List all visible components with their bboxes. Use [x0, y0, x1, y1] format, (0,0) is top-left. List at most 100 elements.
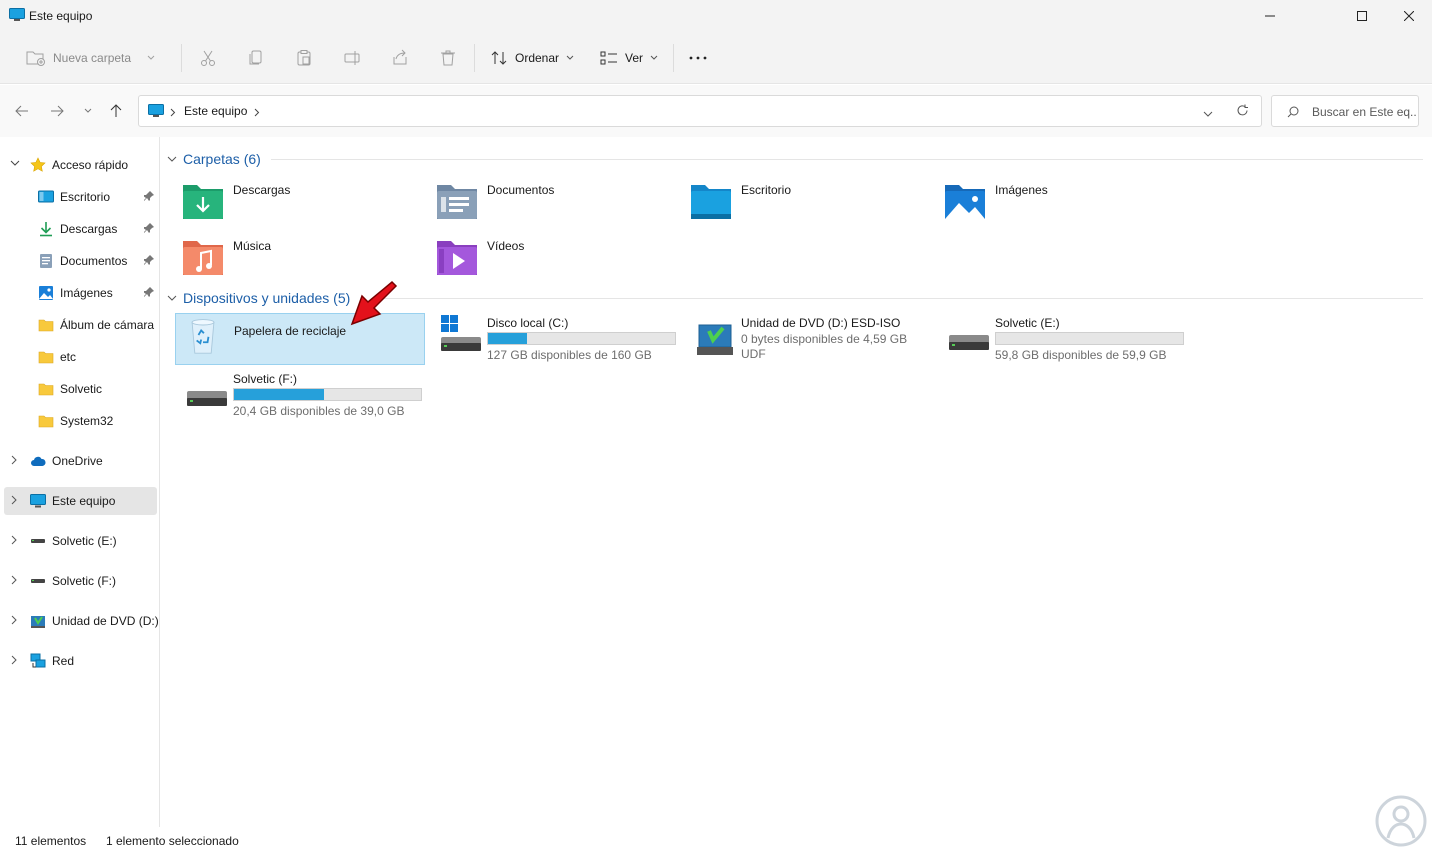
forward-button[interactable] [48, 102, 66, 120]
breadcrumb-this-pc[interactable]: Este equipo [184, 104, 247, 118]
chevron-down-icon [566, 55, 574, 60]
group-header-folders[interactable]: Carpetas (6) [167, 149, 261, 169]
sidebar-item-downloads[interactable]: Descargas [4, 215, 157, 243]
sidebar-item-label: Descargas [60, 222, 118, 236]
pin-icon[interactable] [144, 223, 154, 233]
cut-button[interactable] [199, 46, 217, 70]
group-header-devices[interactable]: Dispositivos y unidades (5) [167, 288, 350, 308]
chevron-right-icon[interactable] [10, 495, 18, 505]
new-folder-label: Nueva carpeta [53, 51, 132, 65]
chevron-right-icon[interactable] [10, 535, 18, 545]
sidebar-item-this-pc[interactable]: Este equipo [4, 487, 157, 515]
sort-button[interactable]: Ordenar [491, 46, 574, 70]
drive-f[interactable]: Solvetic (F:) 20,4 GB disponibles de 39,… [175, 371, 427, 423]
sidebar-item-quick-access[interactable]: Acceso rápido [4, 151, 157, 179]
minimize-button[interactable] [1247, 0, 1293, 32]
sidebar-item-drive-e[interactable]: Solvetic (E:) [4, 527, 157, 555]
group-title: Dispositivos y unidades (5) [183, 290, 351, 306]
pictures-folder-icon [945, 185, 985, 219]
sidebar-item-onedrive[interactable]: OneDrive [4, 447, 157, 475]
folder-desktop[interactable]: Escritorio [683, 175, 933, 227]
drive-c[interactable]: Disco local (C:) 127 GB disponibles de 1… [429, 315, 681, 367]
folder-name: Documentos [487, 183, 555, 197]
pin-icon[interactable] [144, 255, 154, 265]
arrow-right-icon [51, 105, 64, 117]
folder-music[interactable]: Música [175, 231, 425, 283]
maximize-button[interactable] [1339, 0, 1385, 32]
sidebar-item-desktop[interactable]: Escritorio [4, 183, 157, 211]
folder-downloads[interactable]: Descargas [175, 175, 425, 227]
sidebar-item-label: Álbum de cámara [60, 318, 155, 332]
new-folder-button[interactable]: Nueva carpeta [26, 46, 155, 70]
chevron-down-icon[interactable] [10, 159, 20, 167]
drive-dvd[interactable]: Unidad de DVD (D:) ESD-ISO 0 bytes dispo… [683, 315, 935, 367]
drive-usage-fill [488, 333, 528, 344]
sidebar-item-camera-roll[interactable]: Álbum de cámara [4, 311, 157, 339]
sidebar-item-label: Acceso rápido [52, 158, 129, 172]
sidebar-item-etc[interactable]: etc [4, 343, 157, 371]
paste-button[interactable] [295, 46, 313, 70]
dvd-drive-icon [31, 616, 45, 628]
back-button[interactable] [13, 102, 31, 120]
view-button[interactable]: Ver [600, 46, 658, 70]
this-pc-icon [30, 494, 46, 508]
sidebar-item-label: Documentos [60, 254, 128, 268]
chevron-down-icon[interactable] [167, 156, 177, 163]
share-icon [393, 49, 407, 65]
copy-icon [249, 50, 262, 65]
chevron-right-icon[interactable] [10, 575, 18, 585]
group-title: Carpetas (6) [183, 151, 261, 167]
pin-icon[interactable] [144, 191, 154, 201]
chevron-right-icon[interactable] [254, 106, 260, 120]
search-box[interactable]: Buscar en Este eq... [1271, 95, 1419, 127]
drive-e[interactable]: Solvetic (E:) 59,8 GB disponibles de 59,… [937, 315, 1189, 367]
pin-icon[interactable] [144, 287, 154, 297]
address-dropdown-icon[interactable] [1203, 107, 1213, 121]
drive-usage-bar [233, 388, 422, 401]
recent-locations-button[interactable] [79, 102, 97, 120]
sidebar-item-label: Unidad de DVD (D:) [52, 614, 159, 628]
sidebar-item-system32[interactable]: System32 [4, 407, 157, 435]
sidebar-item-label: etc [60, 350, 77, 364]
sidebar-item-documents[interactable]: Documentos [4, 247, 157, 275]
network-icon [30, 653, 46, 668]
star-icon [30, 157, 46, 172]
toolbar-separator [673, 44, 674, 72]
watermark-logo-icon [1375, 795, 1427, 847]
chevron-right-icon[interactable] [10, 455, 18, 465]
folder-documents[interactable]: Documentos [429, 175, 679, 227]
search-placeholder: Buscar en Este eq... [1312, 105, 1416, 119]
usb-drive-icon [187, 391, 227, 406]
share-button[interactable] [391, 46, 409, 70]
up-button[interactable] [107, 102, 125, 120]
window-title: Este equipo [29, 9, 93, 23]
sidebar-item-dvd[interactable]: Unidad de DVD (D:) [4, 607, 159, 635]
more-options-button[interactable] [689, 46, 707, 70]
sidebar-item-label: Escritorio [60, 190, 111, 204]
sidebar-item-solvetic[interactable]: Solvetic [4, 375, 157, 403]
sidebar-item-drive-f[interactable]: Solvetic (F:) [4, 567, 157, 595]
sidebar-item-pictures[interactable]: Imágenes [4, 279, 157, 307]
desktop-folder-icon [691, 185, 731, 219]
folder-videos[interactable]: Vídeos [429, 231, 679, 283]
group-divider [271, 159, 1423, 160]
delete-button[interactable] [439, 46, 457, 70]
refresh-icon[interactable] [1236, 104, 1249, 120]
dvd-drive-icon [697, 324, 733, 355]
drive-free-space: 127 GB disponibles de 160 GB [487, 348, 652, 362]
sidebar-item-network[interactable]: Red [4, 647, 157, 675]
chevron-down-icon [650, 55, 658, 60]
copy-button[interactable] [247, 46, 265, 70]
drive-free-space: 20,4 GB disponibles de 39,0 GB [233, 404, 405, 418]
folder-name: Imágenes [995, 183, 1048, 197]
rename-button[interactable] [343, 46, 361, 70]
close-button[interactable] [1386, 0, 1432, 32]
chevron-right-icon[interactable] [10, 655, 18, 665]
navigation-pane: Acceso rápido Escritorio Descargas Docum… [0, 137, 160, 827]
new-folder-icon [26, 51, 45, 66]
address-bar[interactable]: Este equipo [138, 95, 1262, 127]
pictures-icon [39, 286, 53, 300]
chevron-down-icon[interactable] [167, 295, 177, 302]
chevron-right-icon[interactable] [10, 615, 18, 625]
folder-pictures[interactable]: Imágenes [937, 175, 1187, 227]
